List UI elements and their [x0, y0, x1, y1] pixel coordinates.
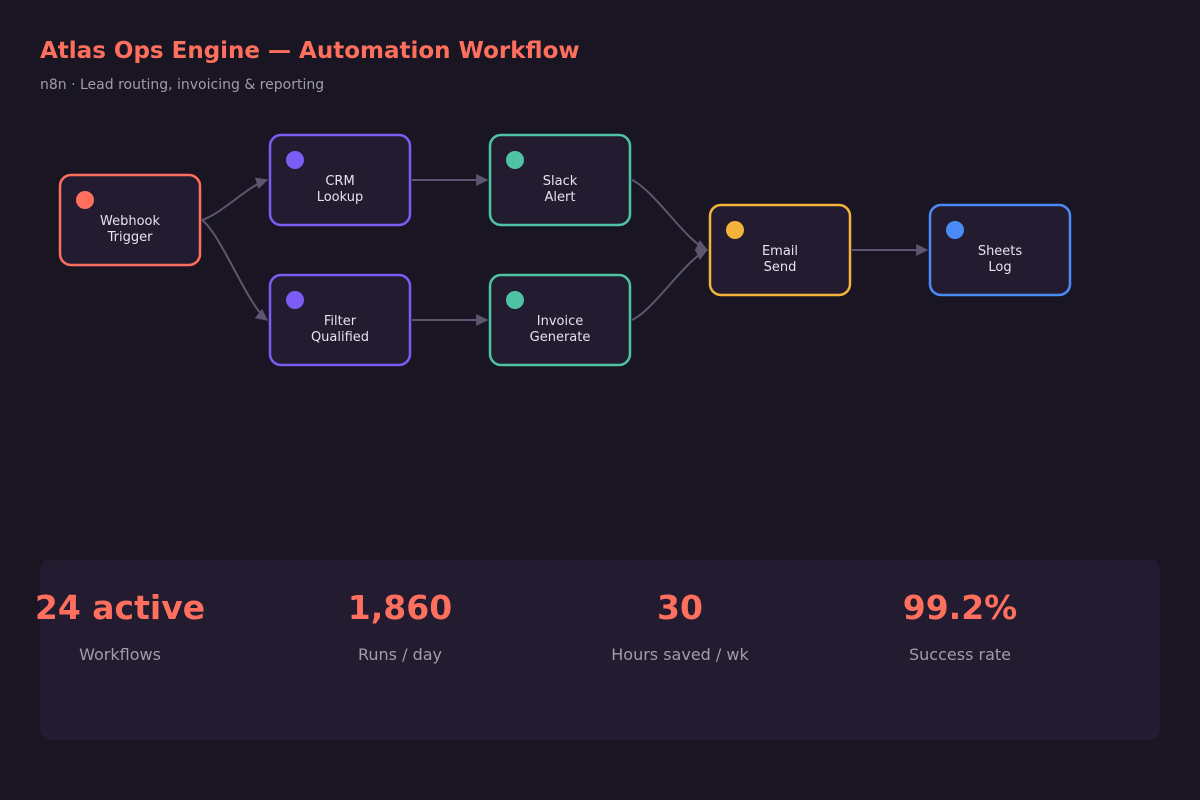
status-dot-icon [726, 221, 744, 239]
stat-value: 99.2% [902, 588, 1018, 627]
node-email[interactable]: EmailSend [708, 203, 852, 297]
node-label-line1: Filter [324, 314, 357, 329]
node-sheets[interactable]: SheetsLog [928, 203, 1072, 297]
stat-label: Hours saved / wk [611, 645, 749, 664]
edge-slack-to-email [631, 179, 709, 251]
node-label-line2: Trigger [107, 230, 153, 245]
edge-webhook-to-filter [201, 219, 268, 321]
node-slack[interactable]: SlackAlert [488, 133, 632, 227]
stats-panel: 24 active Workflows 1,860 Runs / day 30 … [35, 560, 1160, 740]
stat-label: Runs / day [357, 645, 442, 664]
stat-value: 30 [657, 588, 703, 627]
status-dot-icon [506, 291, 524, 309]
node-label-line2: Log [988, 260, 1011, 275]
node-filter[interactable]: FilterQualified [268, 273, 412, 367]
stat-label: Workflows [79, 645, 161, 664]
node-label-line1: Invoice [537, 314, 583, 329]
stat-value: 24 active [34, 588, 206, 627]
node-label-line2: Qualified [311, 330, 369, 345]
edge-invoice-to-email [631, 249, 709, 321]
node-label-line1: Sheets [978, 244, 1023, 259]
node-label-line1: CRM [325, 174, 354, 189]
stat-value: 1,860 [347, 588, 453, 627]
node-label-line1: Slack [543, 174, 578, 189]
node-invoice[interactable]: InvoiceGenerate [488, 273, 632, 367]
node-label-line1: Webhook [100, 214, 160, 229]
status-dot-icon [506, 151, 524, 169]
workflow-canvas: WebhookTrigger CRMLookup FilterQualified Sl… [58, 133, 1072, 367]
node-label-line2: Send [764, 260, 797, 275]
status-dot-icon [946, 221, 964, 239]
node-label-line2: Alert [545, 190, 576, 205]
node-label-line2: Lookup [317, 190, 364, 205]
edge-webhook-to-crm [201, 177, 269, 221]
node-label-line2: Generate [530, 330, 591, 345]
node-crm[interactable]: CRMLookup [268, 133, 412, 227]
status-dot-icon [286, 151, 304, 169]
node-webhook[interactable]: WebhookTrigger [58, 173, 202, 267]
stat-label: Success rate [909, 645, 1011, 664]
status-dot-icon [286, 291, 304, 309]
status-dot-icon [76, 191, 94, 209]
node-label-line1: Email [762, 244, 798, 259]
